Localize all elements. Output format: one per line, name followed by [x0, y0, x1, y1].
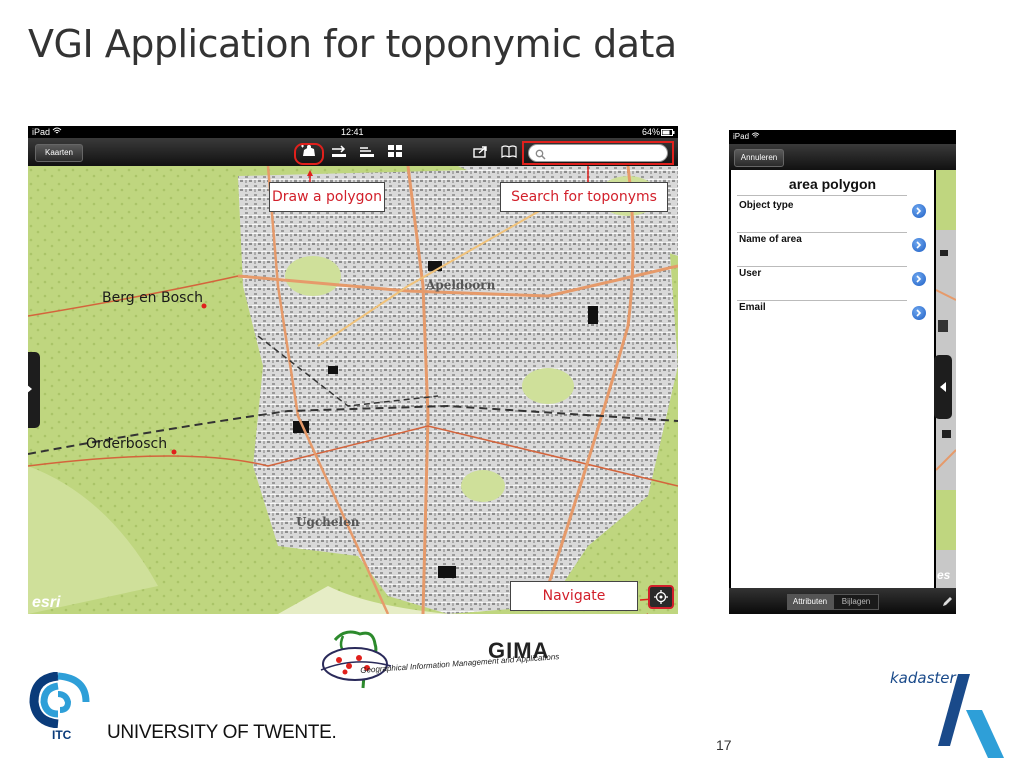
ipad-map-screen: iPad 12:41 64% Kaarten Draw a polygon Se… — [28, 126, 678, 614]
draw-polygon-callout: Draw a polygon — [269, 182, 385, 212]
search-toponyms-callout: Search for toponyms — [500, 182, 668, 212]
map-canvas — [28, 166, 678, 614]
field-email[interactable]: Email — [737, 300, 907, 334]
maps-back-button[interactable]: Kaarten — [35, 144, 83, 162]
field-name-of-area[interactable]: Name of area — [737, 232, 907, 267]
locate-icon — [654, 590, 668, 604]
field-label: User — [739, 268, 762, 279]
battery-level: 64% — [642, 127, 661, 137]
status-bar: iPad 12:41 64% — [28, 126, 678, 138]
right-drawer-tab[interactable] — [934, 355, 952, 419]
city-label-apeldoorn: Apeldoorn — [426, 278, 496, 292]
measure-icon[interactable] — [330, 144, 348, 159]
field-label: Object type — [739, 200, 794, 211]
esri-logo: es — [937, 568, 951, 582]
left-drawer-tab[interactable] — [28, 352, 40, 428]
cancel-button[interactable]: Annuleren — [734, 149, 784, 167]
disclosure-icon[interactable] — [912, 272, 926, 286]
attribute-form: area polygon Object type Name of area Us… — [731, 170, 934, 588]
place-label-berg-en-bosch: Berg en Bosch — [102, 290, 204, 306]
tab-attributen[interactable]: Attributen — [787, 594, 833, 610]
field-object-type[interactable]: Object type — [737, 198, 907, 233]
kadaster-logo — [936, 670, 1006, 760]
tab-bijlagen[interactable]: Bijlagen — [833, 594, 879, 610]
wifi-icon — [751, 132, 760, 141]
gima-logo-icon — [320, 630, 392, 689]
wifi-icon — [52, 127, 62, 137]
layers-icon[interactable] — [358, 144, 376, 159]
field-user[interactable]: User — [737, 266, 907, 301]
form-toolbar: Annuleren — [729, 144, 956, 170]
basemap-grid-icon[interactable] — [386, 144, 404, 159]
device-label: iPad — [32, 127, 51, 137]
page-number: 17 — [716, 737, 732, 753]
chevron-left-icon — [940, 382, 946, 392]
search-highlight — [522, 141, 674, 165]
edit-icon[interactable] — [941, 595, 953, 613]
itc-logo-icon — [29, 671, 90, 729]
bookmarks-icon[interactable] — [500, 144, 518, 159]
share-icon[interactable] — [472, 144, 490, 159]
clock: 12:41 — [341, 127, 364, 137]
esri-logo: esri — [32, 594, 61, 611]
chevron-right-icon — [28, 385, 32, 393]
kadaster-logo-icon — [938, 674, 1004, 758]
navigate-callout: Navigate — [510, 581, 638, 611]
disclosure-icon[interactable] — [912, 306, 926, 320]
status-bar: iPad — [729, 130, 956, 144]
form-tab-bar: Attributen Bijlagen — [729, 588, 956, 614]
battery-icon — [661, 128, 675, 138]
university-of-twente-wordmark: UNIVERSITY OF TWENTE. — [107, 722, 337, 743]
form-title: area polygon — [788, 176, 877, 192]
place-label-orderbosch: Orderbosch — [86, 436, 168, 452]
itc-logo — [28, 671, 92, 729]
ipad-attribute-screen: iPad Annuleren area polygon Object type … — [729, 130, 956, 614]
city-label-ugchelen: Ugchelen — [296, 515, 360, 529]
field-label: Name of area — [739, 234, 802, 245]
device-label: iPad — [733, 132, 750, 141]
itc-wordmark: ITC — [52, 728, 72, 742]
navigate-button[interactable] — [648, 585, 674, 609]
slide-title: VGI Application for toponymic data — [28, 22, 677, 66]
disclosure-icon[interactable] — [912, 238, 926, 252]
draw-tool-highlight — [294, 143, 324, 165]
map-view[interactable]: Draw a polygon Search for toponyms Navig… — [28, 166, 678, 614]
disclosure-icon[interactable] — [912, 204, 926, 218]
field-label: Email — [739, 302, 766, 313]
